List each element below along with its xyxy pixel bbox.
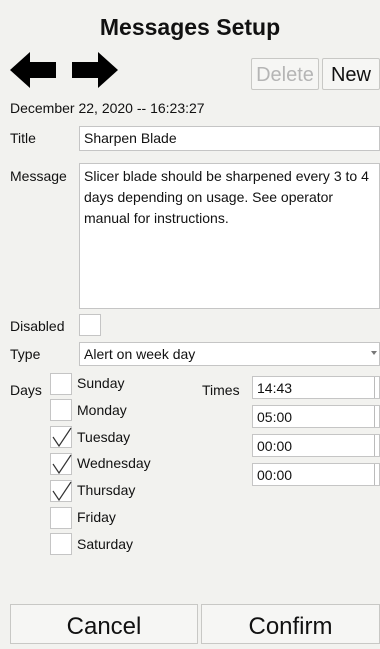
day-label-sunday: Sunday — [77, 375, 125, 391]
confirm-button[interactable]: Confirm — [201, 604, 380, 644]
time-value: 00:00 — [257, 467, 293, 483]
day-checkbox-friday[interactable] — [50, 507, 72, 529]
check-icon — [52, 454, 72, 474]
timestamp: December 22, 2020 -- 16:23:27 — [10, 100, 205, 116]
type-select-value: Alert on week day — [84, 346, 196, 362]
check-icon — [52, 481, 72, 501]
day-label-friday: Friday — [77, 509, 116, 525]
spinner[interactable] — [374, 464, 379, 485]
type-label: Type — [10, 346, 41, 362]
new-button[interactable]: New — [322, 58, 380, 90]
chevron-down-icon — [371, 351, 377, 355]
delete-button[interactable]: Delete — [251, 58, 319, 90]
page-title: Messages Setup — [99, 14, 281, 40]
time-field-3[interactable]: 00:00 — [252, 434, 380, 457]
day-label-tuesday: Tuesday — [77, 429, 131, 445]
day-checkbox-sunday[interactable] — [50, 373, 72, 395]
left-arrow-icon — [10, 52, 56, 88]
days-label: Days — [10, 382, 42, 398]
day-checkbox-tuesday[interactable] — [50, 426, 72, 448]
time-value: 00:00 — [257, 438, 293, 454]
times-label: Times — [202, 382, 240, 398]
disabled-label: Disabled — [10, 318, 65, 334]
time-field-2[interactable]: 05:00 — [252, 405, 380, 428]
spinner[interactable] — [374, 377, 379, 398]
day-label-wednesday: Wednesday — [77, 455, 151, 471]
time-field-1[interactable]: 14:43 — [252, 376, 380, 399]
day-checkbox-wednesday[interactable] — [50, 453, 72, 475]
cancel-button[interactable]: Cancel — [10, 604, 198, 644]
title-label: Title — [10, 130, 36, 146]
message-field[interactable]: Slicer blade should be sharpened every 3… — [79, 163, 380, 309]
day-label-thursday: Thursday — [77, 482, 136, 498]
type-select[interactable]: Alert on week day — [79, 342, 380, 366]
right-arrow-icon — [72, 52, 118, 88]
time-value: 14:43 — [257, 380, 293, 396]
time-value: 05:00 — [257, 409, 293, 425]
disabled-checkbox[interactable] — [79, 314, 101, 336]
title-field[interactable]: Sharpen Blade — [79, 126, 380, 151]
forward-button[interactable] — [72, 52, 118, 93]
spinner[interactable] — [374, 406, 379, 427]
day-checkbox-saturday[interactable] — [50, 533, 72, 555]
day-checkbox-monday[interactable] — [50, 399, 72, 421]
back-button[interactable] — [10, 52, 56, 93]
message-label: Message — [10, 168, 67, 184]
day-checkbox-thursday[interactable] — [50, 480, 72, 502]
day-label-monday: Monday — [77, 402, 127, 418]
spinner[interactable] — [374, 435, 379, 456]
time-field-4[interactable]: 00:00 — [252, 463, 380, 486]
day-label-saturday: Saturday — [77, 536, 134, 552]
check-icon — [52, 427, 72, 447]
